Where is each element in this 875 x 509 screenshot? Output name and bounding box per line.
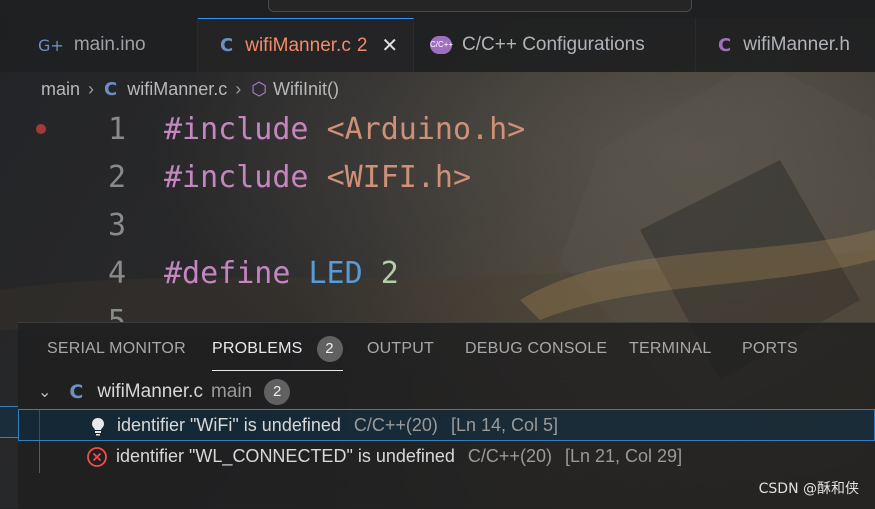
breakpoint-icon[interactable] [36, 124, 46, 134]
tab-serial-monitor[interactable]: SERIAL MONITOR [47, 323, 186, 375]
line-number: 5 [107, 304, 126, 322]
chevron-right-icon: › [235, 78, 242, 99]
directive-token: #include [164, 112, 309, 147]
tab-problems[interactable]: PROBLEMS 2 [212, 323, 343, 375]
code-text: #define LED 2 [164, 256, 399, 291]
breadcrumb: main › C wifiManner.c › ⬡ WifiInit() [0, 72, 875, 106]
problem-file-name: wifiManner.c [97, 381, 203, 402]
c-file-icon: C [104, 78, 118, 100]
tab-label: TERMINAL [629, 340, 712, 357]
problem-text: identifier "WiFi" is undefined C/C++(20)… [117, 415, 558, 436]
tab-output[interactable]: OUTPUT [367, 323, 434, 375]
c-cpp-config-icon: C/C++ [430, 36, 453, 54]
command-center-search[interactable] [268, 0, 692, 12]
tab-label: SERIAL MONITOR [47, 340, 186, 357]
tab-ports[interactable]: PORTS [742, 323, 798, 375]
selection-gutter [0, 406, 18, 438]
tab-label: wifiManner.h [743, 34, 850, 55]
problem-item[interactable]: identifier "WiFi" is undefined C/C++(20)… [18, 409, 875, 441]
line-number: 1 [107, 112, 126, 147]
problem-source: C/C++(20) [467, 446, 552, 466]
problems-count-badge: 2 [316, 336, 343, 362]
tab-label: PORTS [742, 340, 798, 357]
problem-text: identifier "WL_CONNECTED" is undefined C… [116, 446, 682, 467]
problems-file-group[interactable]: ⌄ C wifiManner.c main 2 [18, 375, 875, 409]
arduino-file-icon: G+ [38, 35, 64, 55]
problem-location: [Ln 21, Col 29] [564, 446, 683, 466]
tab-label: wifiManner.c [245, 34, 351, 56]
tab-debug-console[interactable]: DEBUG CONSOLE [465, 323, 607, 375]
tab-wifimanner-h[interactable]: C wifiManner.h [696, 18, 875, 72]
problem-message: identifier "WiFi" is undefined [117, 415, 341, 435]
file-problems-count-badge: 2 [264, 379, 291, 405]
code-editor[interactable]: 1 #include <Arduino.h> 2 #include <WIFI.… [0, 106, 875, 322]
tab-wifimanner-c[interactable]: C wifiManner.c 2 ✕ [198, 18, 414, 72]
symbol-method-icon: ⬡ [251, 78, 267, 99]
tab-label: DEBUG CONSOLE [465, 340, 608, 357]
breadcrumb-folder[interactable]: main [41, 79, 80, 100]
c-file-icon: C [718, 34, 732, 56]
breadcrumb-symbol[interactable]: WifiInit() [273, 79, 339, 100]
code-line: 2 #include <WIFI.h> [0, 154, 875, 202]
panel-tab-bar: SERIAL MONITOR PROBLEMS 2 OUTPUT DEBUG C… [18, 323, 875, 375]
tab-terminal[interactable]: TERMINAL [629, 323, 712, 375]
tab-main-ino[interactable]: G+ main.ino [18, 18, 198, 72]
editor-tab-bar: G+ main.ino C wifiManner.c 2 ✕ C/C++ C/C… [0, 18, 875, 72]
problem-item[interactable]: identifier "WL_CONNECTED" is undefined C… [18, 441, 875, 473]
error-circle-icon [87, 447, 107, 467]
line-number: 4 [107, 256, 126, 291]
watermark: CSDN @酥和侠 [758, 481, 859, 497]
code-text: #include <WIFI.h> [164, 160, 471, 195]
code-text: #include <Arduino.h> [164, 112, 525, 147]
number-token: 2 [380, 256, 399, 291]
bottom-panel: SERIAL MONITOR PROBLEMS 2 OUTPUT DEBUG C… [18, 322, 875, 509]
problem-source: C/C++(20) [353, 415, 438, 435]
tab-label: C/C++ Configurations [462, 34, 645, 55]
lightbulb-icon [92, 418, 104, 436]
problem-location: [Ln 14, Col 5] [450, 415, 559, 435]
c-file-icon: C [220, 35, 234, 56]
tab-cpp-configurations[interactable]: C/C++ C/C++ Configurations [414, 18, 696, 72]
code-line: 4 #define LED 2 [0, 250, 875, 298]
problem-message: identifier "WL_CONNECTED" is undefined [116, 446, 455, 466]
macro-token: LED [308, 256, 363, 291]
chevron-right-icon: › [88, 78, 95, 99]
code-line: 5 [0, 298, 875, 322]
string-token: <Arduino.h> [326, 112, 526, 147]
directive-token: #define [164, 256, 291, 291]
line-number: 2 [107, 160, 126, 195]
breadcrumb-file[interactable]: wifiManner.c [127, 79, 227, 100]
line-number: 3 [107, 208, 126, 243]
c-file-icon: C [69, 381, 84, 403]
tab-label: PROBLEMS [212, 340, 303, 357]
problem-file-dir: main [210, 381, 253, 402]
close-icon[interactable]: ✕ [381, 33, 398, 58]
tab-label: main.ino [73, 34, 146, 55]
problem-count-badge: 2 [356, 34, 368, 56]
code-line: 3 [0, 202, 875, 250]
chevron-down-icon[interactable]: ⌄ [38, 382, 51, 402]
directive-token: #include [164, 160, 309, 195]
tab-label: OUTPUT [367, 340, 434, 357]
title-bar [0, 0, 875, 18]
code-line: 1 #include <Arduino.h> [0, 106, 875, 154]
string-token: <WIFI.h> [326, 160, 472, 195]
